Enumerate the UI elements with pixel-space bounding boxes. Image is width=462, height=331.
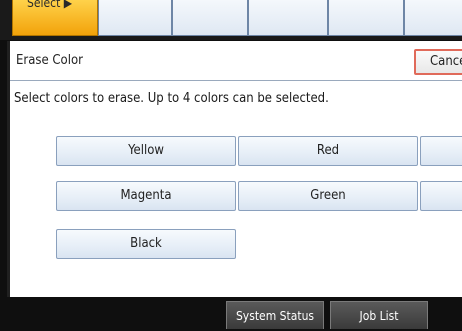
top-strip-button[interactable] bbox=[248, 0, 328, 36]
job-list-button[interactable]: Job List bbox=[330, 301, 428, 329]
top-strip-button[interactable] bbox=[328, 0, 404, 36]
erase-color-panel: Erase Color Cancel Select colors to eras… bbox=[7, 41, 462, 290]
instruction-text: Select colors to erase. Up to 4 colors c… bbox=[14, 91, 329, 106]
select-button[interactable]: Select ▶ bbox=[12, 0, 98, 36]
color-button-yellow[interactable]: Yellow bbox=[56, 136, 236, 166]
title-row: Erase Color Cancel bbox=[10, 41, 462, 81]
color-button-green[interactable]: Green bbox=[238, 181, 418, 211]
system-status-button[interactable]: System Status bbox=[226, 301, 324, 329]
status-bar: System Status Job List bbox=[0, 297, 462, 331]
color-button-red[interactable]: Red bbox=[238, 136, 418, 166]
color-button-magenta[interactable]: Magenta bbox=[56, 181, 236, 211]
page-title: Erase Color bbox=[16, 53, 83, 68]
top-tab-strip: Select ▶ bbox=[0, 0, 462, 40]
color-button-partial[interactable] bbox=[420, 181, 462, 211]
cancel-button[interactable]: Cancel bbox=[414, 49, 462, 75]
top-strip-button[interactable] bbox=[172, 0, 248, 36]
color-button-black[interactable]: Black bbox=[56, 229, 236, 259]
top-strip-button[interactable] bbox=[98, 0, 172, 36]
select-button-label: Select bbox=[27, 0, 61, 10]
top-strip-button[interactable] bbox=[404, 0, 462, 36]
color-button-partial[interactable] bbox=[420, 136, 462, 166]
